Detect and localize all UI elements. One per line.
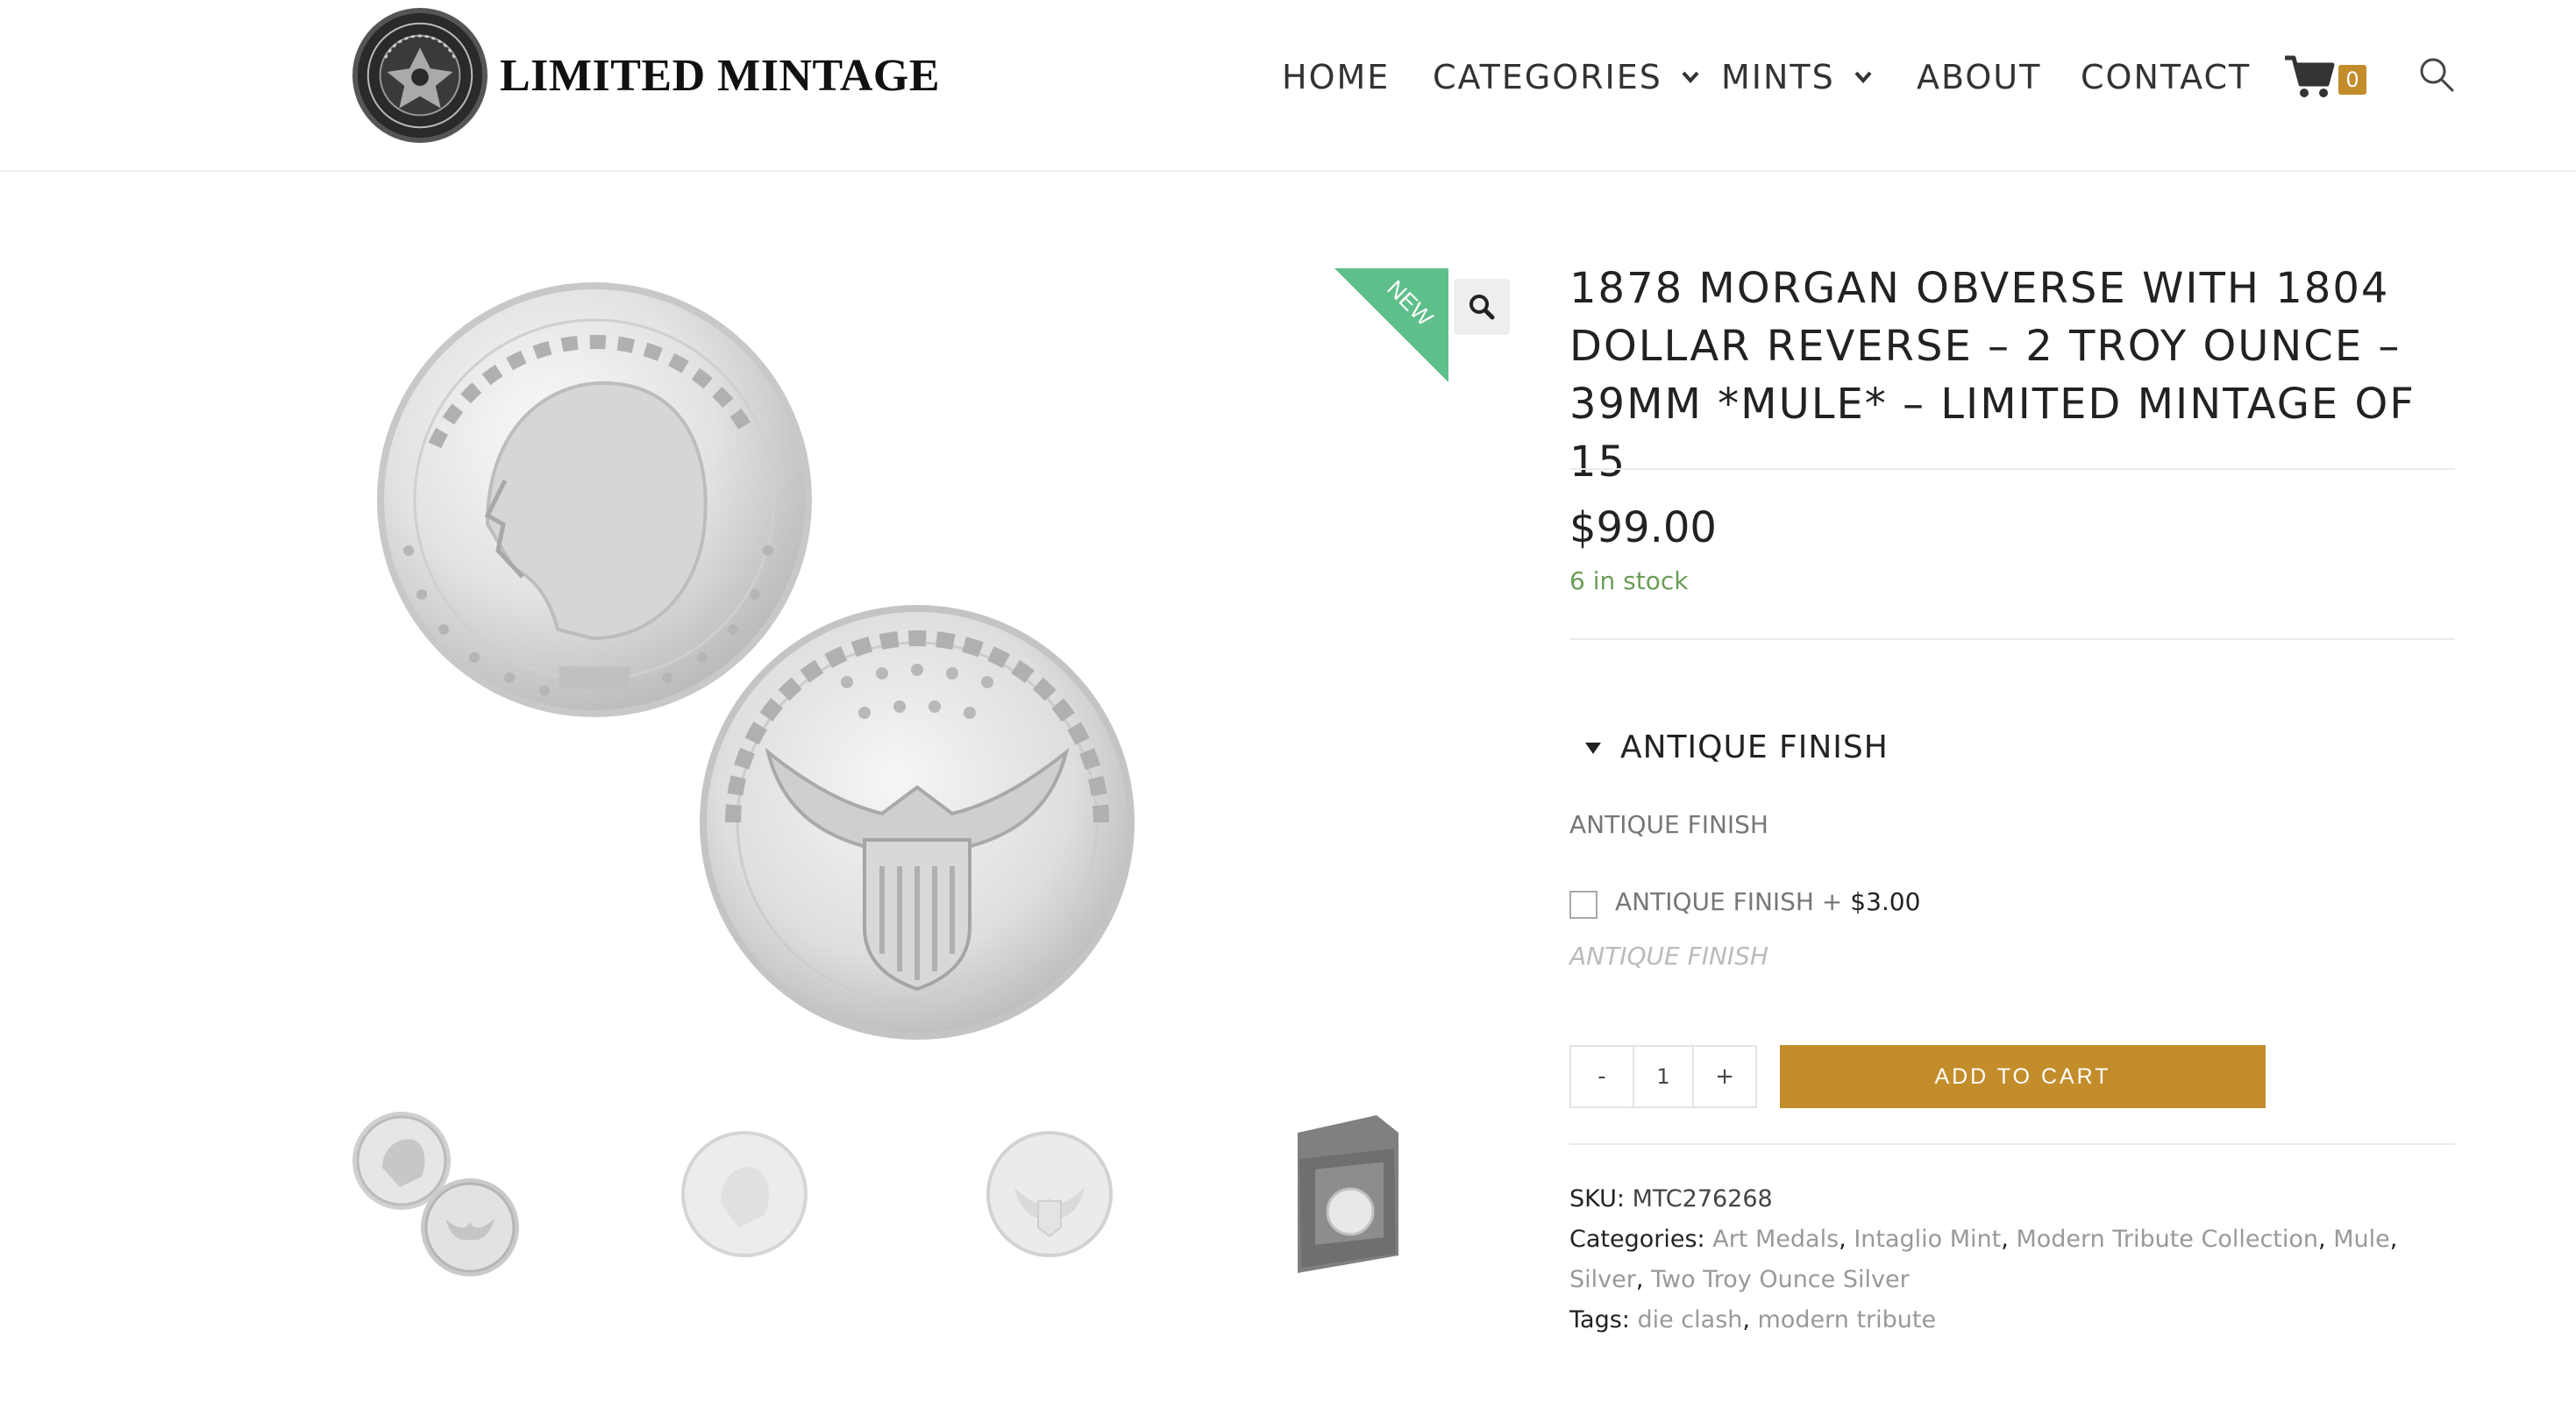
product-title-line: DOLLAR REVERSE – 2 TROY OUNCE – <box>1569 322 2402 371</box>
nav-categories[interactable]: CATEGORIES <box>1433 51 1699 103</box>
stock-status: 6 in stock <box>1569 566 1689 595</box>
add-to-cart-button[interactable]: ADD TO CART <box>1780 1045 2266 1108</box>
search-icon[interactable] <box>2418 56 2455 93</box>
category-link[interactable]: Intaglio Mint <box>1854 1226 2001 1253</box>
zoom-button[interactable] <box>1454 279 1510 335</box>
product-price: $99.00 <box>1569 503 1717 552</box>
product-thumbnail[interactable] <box>1263 1106 1447 1282</box>
logo-seal-icon <box>352 7 488 144</box>
option-price: $3.00 <box>1850 887 1921 916</box>
tag-link[interactable]: die clash <box>1637 1306 1742 1333</box>
logo-text: LIMITED MINTAGE <box>500 50 941 101</box>
chevron-down-icon <box>1854 71 1872 83</box>
site-header: LIMITED MINTAGE HOME CATEGORIES MINTS AB… <box>0 0 2576 172</box>
option-hint: ANTIQUE FINISH <box>1569 942 1768 971</box>
nav-contact[interactable]: CONTACT <box>2081 51 2251 103</box>
divider <box>1569 638 2455 640</box>
nav-home[interactable]: HOME <box>1282 51 1390 103</box>
antique-finish-option[interactable]: ANTIQUE FINISH + $3.00 <box>1615 887 1920 916</box>
antique-finish-checkbox[interactable] <box>1569 891 1598 919</box>
tag-link[interactable]: modern tribute <box>1758 1306 1937 1333</box>
option-group-toggle[interactable]: ANTIQUE FINISH <box>1569 729 1889 765</box>
divider <box>1569 1143 2455 1145</box>
quantity-stepper: - 1 + <box>1569 1045 1757 1108</box>
chevron-down-icon <box>1682 71 1699 83</box>
divider <box>1569 468 2455 470</box>
nav-categories-label: CATEGORIES <box>1433 58 1662 96</box>
category-link[interactable]: Silver <box>1569 1266 1636 1293</box>
site-logo[interactable]: LIMITED MINTAGE <box>351 5 940 146</box>
product-main-image[interactable] <box>356 261 1478 1068</box>
sku-value: MTC276268 <box>1632 1185 1773 1213</box>
product-thumbnail[interactable] <box>957 1106 1142 1282</box>
nav-mints[interactable]: MINTS <box>1721 51 1872 103</box>
caret-down-icon <box>1585 742 1601 754</box>
nav-about[interactable]: ABOUT <box>1917 51 2041 103</box>
nav-mints-label: MINTS <box>1721 58 1835 96</box>
tags-label: Tags: <box>1569 1306 1630 1333</box>
magnify-icon <box>1469 295 1495 320</box>
cart-count-badge[interactable]: 0 <box>2338 65 2366 95</box>
quantity-increase-button[interactable]: + <box>1694 1047 1755 1106</box>
new-badge: NEW <box>1334 268 1448 382</box>
category-link[interactable]: Art Medals <box>1712 1226 1839 1253</box>
product-thumbnail[interactable] <box>347 1106 531 1282</box>
quantity-input[interactable]: 1 <box>1633 1047 1694 1106</box>
product-title-line: 39MM *MULE* – LIMITED MINTAGE OF 15 <box>1569 380 2416 487</box>
product-title-line: 1878 MORGAN OBVERSE WITH 1804 <box>1569 264 2390 313</box>
quantity-decrease-button[interactable]: - <box>1571 1047 1633 1106</box>
product-sku: SKU: MTC276268 <box>1569 1179 2455 1220</box>
product-title: 1878 MORGAN OBVERSE WITH 1804 DOLLAR REV… <box>1569 260 2464 491</box>
option-label: ANTIQUE FINISH <box>1569 810 1768 839</box>
category-link[interactable]: Modern Tribute Collection <box>2016 1226 2318 1253</box>
sku-label: SKU: <box>1569 1185 1625 1213</box>
cart-icon[interactable] <box>2283 54 2336 100</box>
option-name: ANTIQUE FINISH + <box>1615 887 1851 916</box>
categories-label: Categories: <box>1569 1226 1705 1253</box>
product-tags: Tags: die clash, modern tribute <box>1569 1306 1937 1333</box>
category-link[interactable]: Mule <box>2333 1226 2390 1253</box>
product-thumbnail[interactable] <box>652 1106 836 1282</box>
product-categories: Categories: Art Medals, Intaglio Mint, M… <box>1569 1226 2398 1293</box>
category-link[interactable]: Two Troy Ounce Silver <box>1651 1266 1910 1293</box>
option-group-heading: ANTIQUE FINISH <box>1620 729 1889 765</box>
